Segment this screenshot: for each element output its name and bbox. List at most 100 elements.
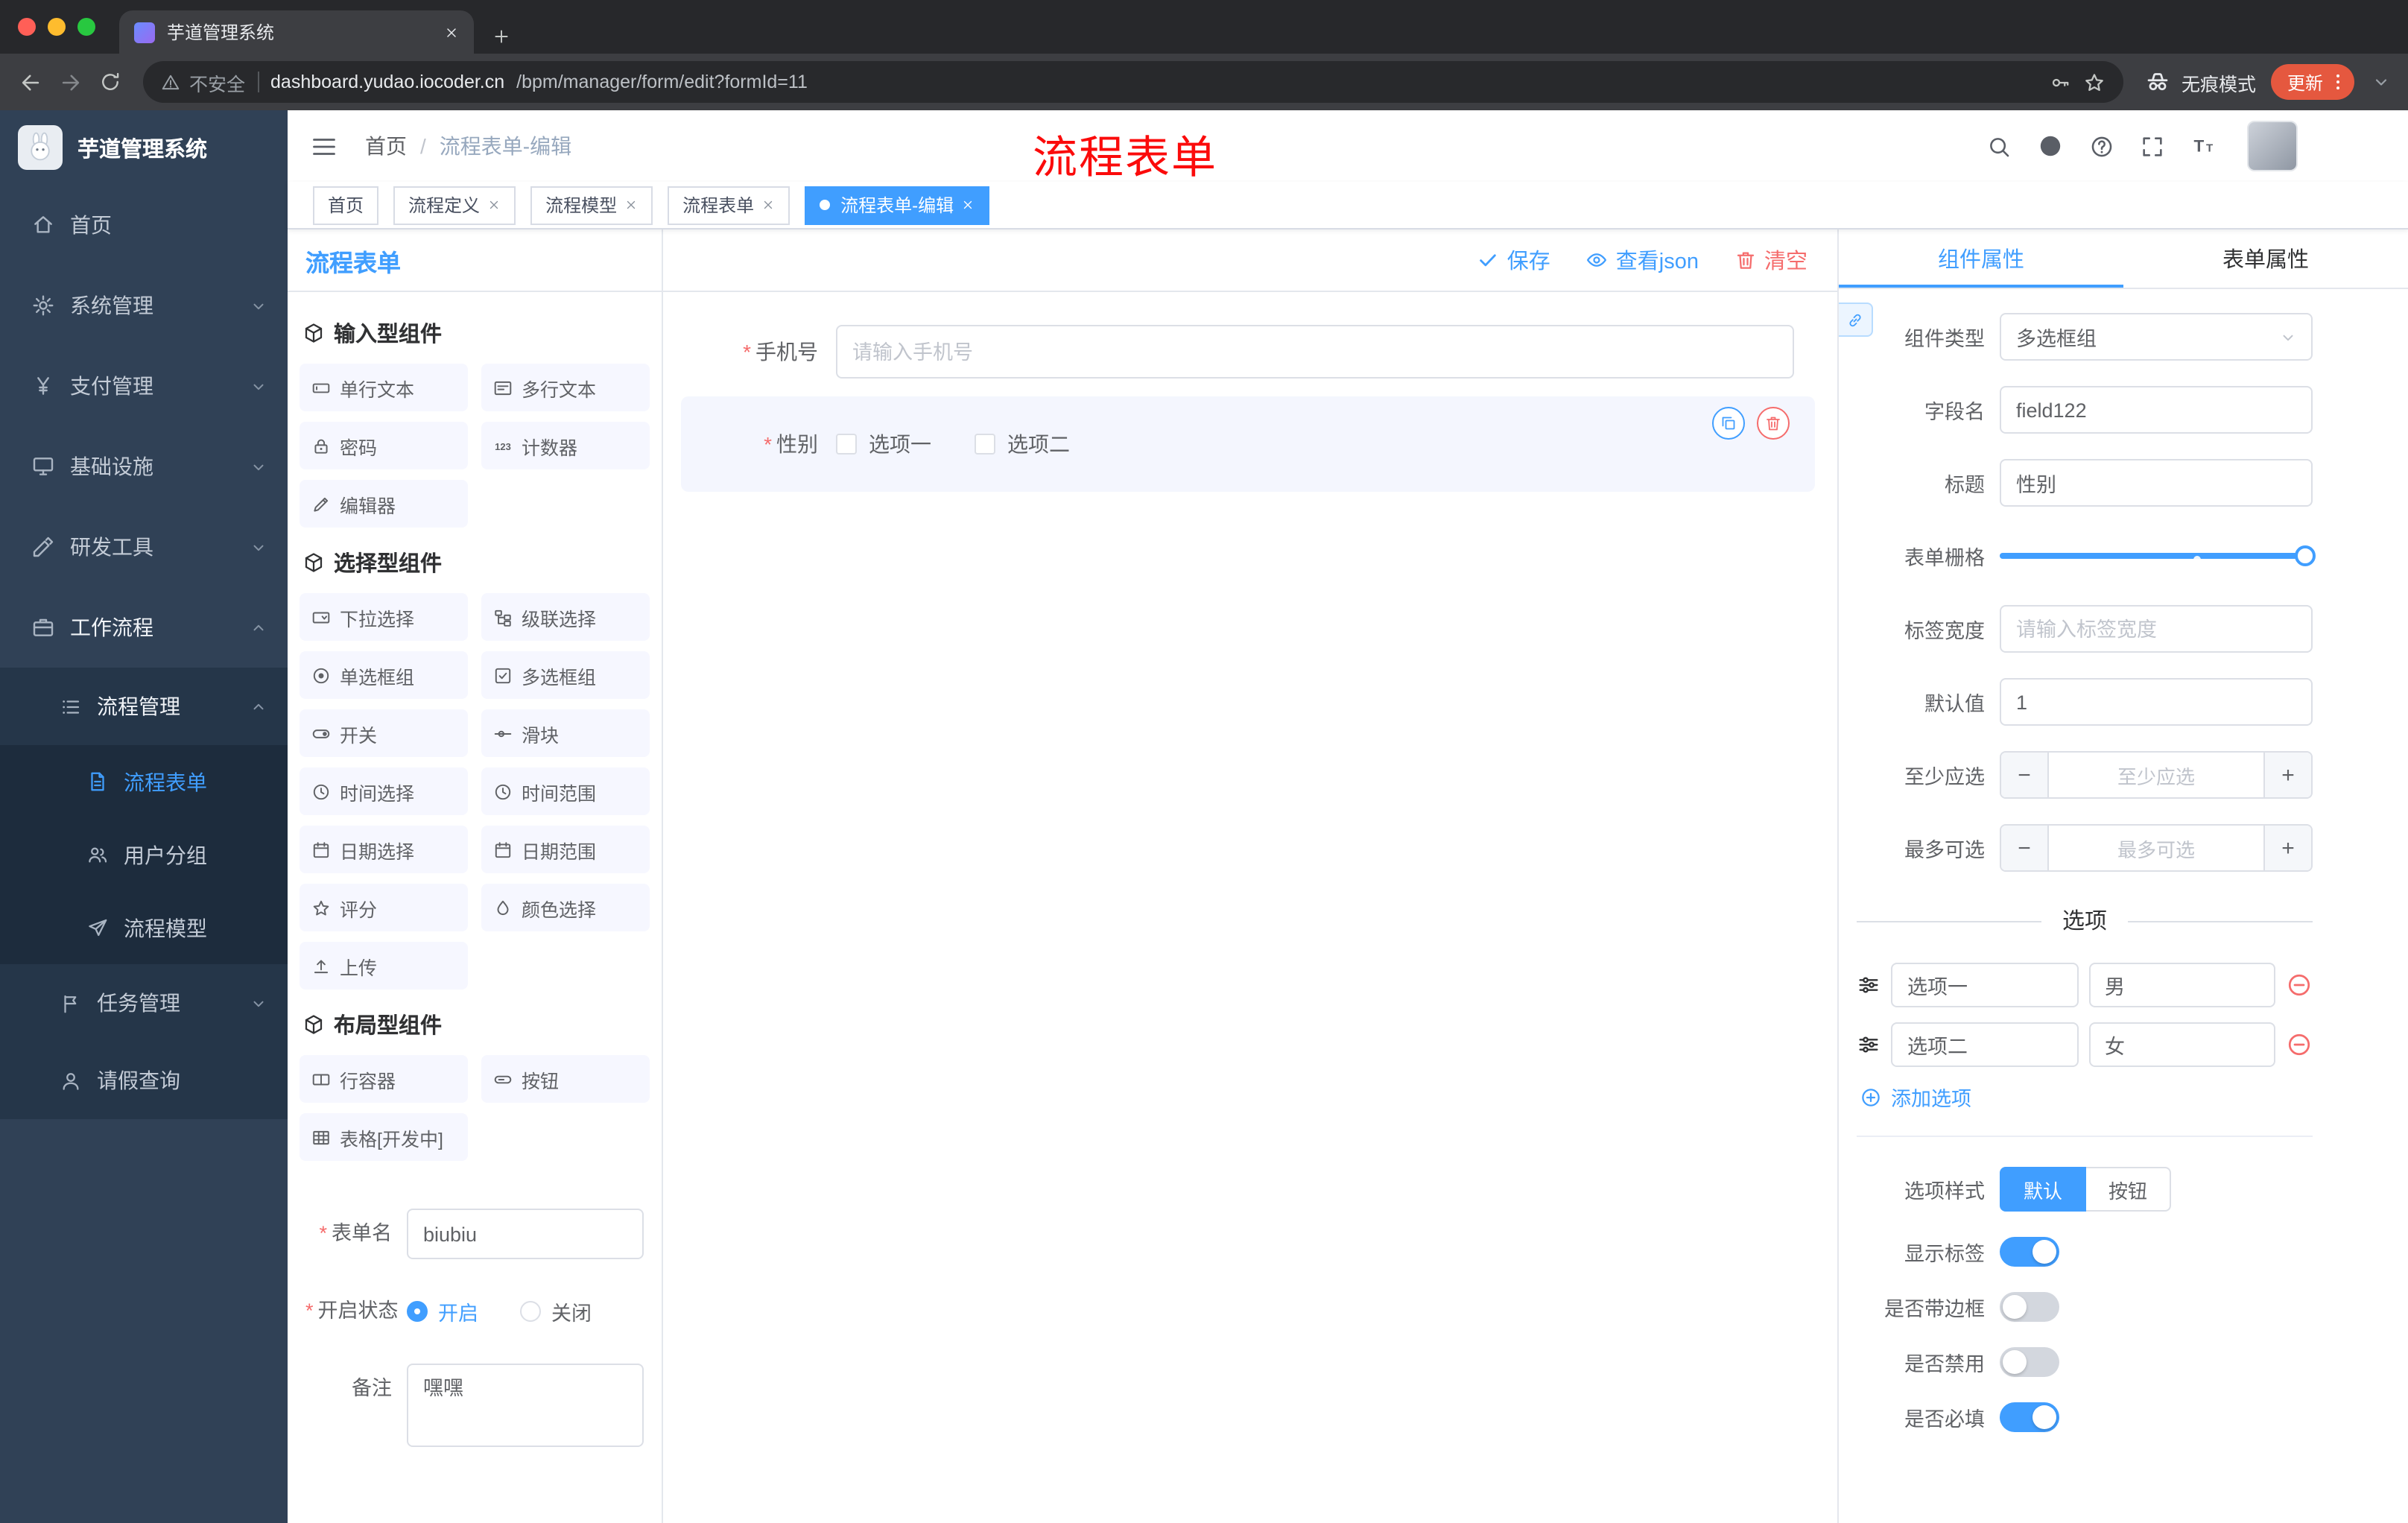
checkbox-icon[interactable] — [975, 434, 995, 455]
min-select-placeholder[interactable]: 至少应选 — [2049, 753, 2263, 797]
required-toggle[interactable] — [2000, 1402, 2059, 1432]
drag-handle-icon[interactable] — [1857, 973, 1881, 997]
option-label-input[interactable] — [1891, 1022, 2078, 1067]
component-type-select[interactable]: 多选框组 — [2000, 313, 2313, 361]
help-icon[interactable] — [2089, 133, 2114, 159]
component-upload[interactable]: 上传 — [300, 942, 468, 990]
option-label-input[interactable] — [1891, 963, 2078, 1007]
checkbox-icon[interactable] — [836, 434, 857, 455]
form-canvas[interactable]: *手机号 *性别 选项一 选项二 — [663, 292, 1837, 1523]
component-cascade-select[interactable]: 级联选择 — [481, 593, 650, 641]
tag-process-form[interactable]: 流程表单 — [668, 186, 790, 224]
new-tab-button[interactable] — [492, 27, 511, 46]
component-single-line-text[interactable]: 单行文本 — [300, 364, 468, 411]
show-label-toggle[interactable] — [2000, 1237, 2059, 1267]
reload-button[interactable] — [98, 70, 122, 94]
drag-handle-icon[interactable] — [1857, 1033, 1881, 1057]
phone-input[interactable] — [836, 325, 1794, 379]
browser-menu-dots-icon[interactable] — [2328, 72, 2348, 92]
tab-form-properties[interactable]: 表单属性 — [2123, 229, 2408, 288]
max-select-placeholder[interactable]: 最多可选 — [2049, 826, 2263, 870]
password-key-icon[interactable] — [2049, 71, 2071, 93]
status-radio-on[interactable]: 开启 — [407, 1296, 478, 1326]
increase-button[interactable]: + — [2263, 753, 2311, 797]
label-width-input[interactable] — [2000, 605, 2313, 653]
remove-option-icon[interactable] — [2286, 1031, 2313, 1058]
close-icon[interactable] — [624, 198, 638, 212]
sidebar-item-workflow[interactable]: 工作流程 — [0, 587, 288, 668]
back-button[interactable] — [18, 69, 43, 95]
component-counter[interactable]: 计数器 — [481, 422, 650, 469]
tag-process-definition[interactable]: 流程定义 — [393, 186, 516, 224]
bookmark-star-icon[interactable] — [2083, 71, 2106, 93]
delete-component-button[interactable] — [1757, 407, 1790, 440]
option-style-button-button[interactable]: 按钮 — [2086, 1167, 2172, 1212]
tag-home[interactable]: 首页 — [313, 186, 379, 224]
save-button[interactable]: 保存 — [1477, 244, 1550, 276]
border-toggle[interactable] — [2000, 1292, 2059, 1322]
field-name-input[interactable] — [2000, 386, 2313, 434]
hamburger-menu-icon[interactable] — [310, 132, 338, 160]
breadcrumb-root[interactable]: 首页 — [365, 131, 407, 161]
sidebar-item-dev-tools[interactable]: 研发工具 — [0, 507, 288, 587]
form-name-input[interactable] — [407, 1209, 644, 1259]
sidebar-item-leave-query[interactable]: 请假查询 — [0, 1042, 288, 1119]
close-window-button[interactable] — [18, 18, 36, 36]
sidebar-item-home[interactable]: 首页 — [0, 185, 288, 265]
form-grid-slider[interactable] — [2000, 532, 2316, 580]
close-icon[interactable] — [487, 198, 501, 212]
tab-close-icon[interactable] — [444, 25, 459, 39]
component-time-range[interactable]: 时间范围 — [481, 767, 650, 815]
component-switch[interactable]: 开关 — [300, 709, 468, 757]
component-button[interactable]: 按钮 — [481, 1055, 650, 1103]
remove-option-icon[interactable] — [2286, 972, 2313, 998]
tag-process-model[interactable]: 流程模型 — [530, 186, 653, 224]
avatar[interactable] — [2247, 121, 2298, 171]
title-input[interactable] — [2000, 459, 2313, 507]
close-icon[interactable] — [961, 198, 975, 212]
font-size-icon[interactable] — [2190, 133, 2217, 159]
decrease-button[interactable]: − — [2001, 753, 2049, 797]
component-time-picker[interactable]: 时间选择 — [300, 767, 468, 815]
status-radio-off[interactable]: 关闭 — [520, 1296, 592, 1326]
component-date-range[interactable]: 日期范围 — [481, 826, 650, 873]
component-dropdown-select[interactable]: 下拉选择 — [300, 593, 468, 641]
gender-option-1[interactable]: 选项一 — [836, 429, 931, 459]
clear-button[interactable]: 清空 — [1734, 244, 1807, 276]
fullscreen-icon[interactable] — [2140, 133, 2165, 159]
zoom-window-button[interactable] — [77, 18, 95, 36]
component-date-picker[interactable]: 日期选择 — [300, 826, 468, 873]
security-chip[interactable]: 不安全 — [161, 68, 245, 96]
view-json-button[interactable]: 查看json — [1586, 244, 1699, 276]
sidebar-item-task-management[interactable]: 任务管理 — [0, 964, 288, 1042]
component-color-picker[interactable]: 颜色选择 — [481, 884, 650, 931]
component-editor[interactable]: 编辑器 — [300, 480, 468, 528]
sidebar-item-infrastructure[interactable]: 基础设施 — [0, 426, 288, 507]
sidebar-item-user-group[interactable]: 用户分组 — [0, 818, 288, 891]
tab-component-properties[interactable]: 组件属性 — [1839, 229, 2123, 288]
browser-update-button[interactable]: 更新 — [2270, 64, 2354, 100]
sidebar-item-process-form[interactable]: 流程表单 — [0, 745, 288, 818]
add-option-button[interactable]: 添加选项 — [1860, 1082, 2313, 1112]
component-rate[interactable]: 评分 — [300, 884, 468, 931]
increase-button[interactable]: + — [2263, 826, 2311, 870]
default-value-input[interactable] — [2000, 678, 2313, 726]
component-multi-line-text[interactable]: 多行文本 — [481, 364, 650, 411]
gender-option-2[interactable]: 选项二 — [975, 429, 1070, 459]
sidebar-item-process-model[interactable]: 流程模型 — [0, 891, 288, 964]
component-password[interactable]: 密码 — [300, 422, 468, 469]
option-value-input[interactable] — [2088, 963, 2275, 1007]
link-badge[interactable] — [1839, 303, 1873, 337]
chevron-down-icon[interactable] — [2372, 73, 2390, 91]
minimize-window-button[interactable] — [48, 18, 66, 36]
component-checkbox-group[interactable]: 多选框组 — [481, 651, 650, 699]
disabled-toggle[interactable] — [2000, 1347, 2059, 1377]
url-bar[interactable]: 不安全 dashboard.yudao.iocoder.cn/bpm/manag… — [143, 61, 2123, 103]
phone-field-row[interactable]: * 手机号 — [681, 325, 1815, 379]
forward-button[interactable] — [58, 69, 83, 95]
sidebar-item-payment-management[interactable]: 支付管理 — [0, 346, 288, 426]
brand[interactable]: 芋道管理系统 — [0, 110, 288, 185]
github-icon[interactable] — [2037, 133, 2064, 159]
slider-handle[interactable] — [2295, 545, 2316, 566]
selected-component-gender[interactable]: * 性别 选项一 选项二 — [681, 396, 1815, 492]
